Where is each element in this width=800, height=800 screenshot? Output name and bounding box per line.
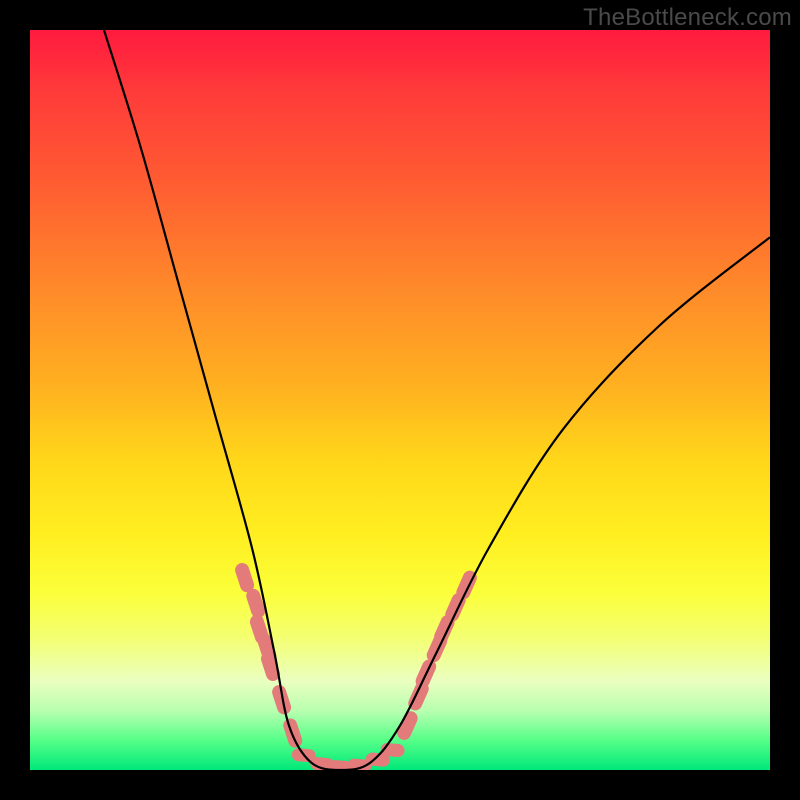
chart-frame: TheBottleneck.com xyxy=(0,0,800,800)
curve-svg xyxy=(30,30,770,770)
watermark-text: TheBottleneck.com xyxy=(583,4,792,32)
valley-blobs xyxy=(291,742,405,770)
left-blobs xyxy=(233,561,304,749)
plot-area xyxy=(30,30,770,770)
right-blobs xyxy=(395,568,479,742)
